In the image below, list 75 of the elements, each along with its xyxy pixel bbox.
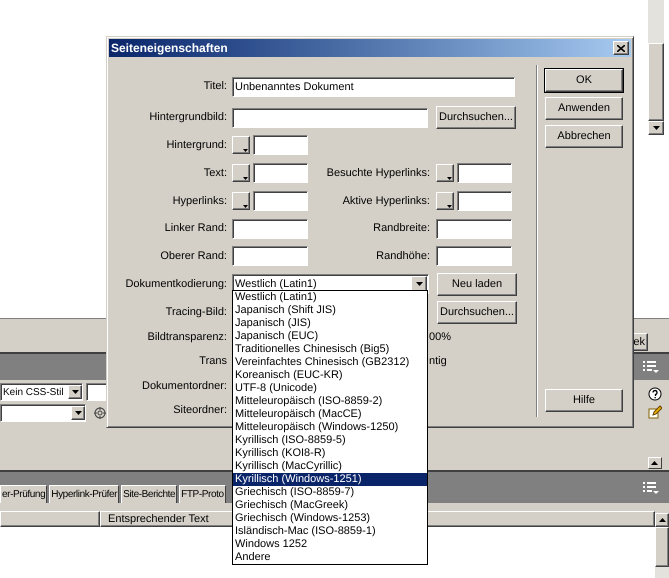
target-icon[interactable]	[94, 407, 106, 419]
dropdown-option[interactable]: Kyrillisch (Windows-1251)	[233, 473, 427, 486]
help-button[interactable]: Hilfe	[545, 389, 623, 412]
caret-icon	[447, 205, 452, 208]
input-field[interactable]	[436, 218, 512, 238]
scroll-up-button[interactable]	[655, 513, 669, 527]
input-field[interactable]	[436, 246, 512, 266]
tab[interactable]: er-Prüfung	[0, 485, 48, 503]
browse-button[interactable]: Durchsuchen...	[437, 300, 517, 324]
field-label: Hyperlinks:	[172, 194, 227, 209]
title-field[interactable]: Unbenanntes Dokument	[232, 76, 515, 96]
field-label: Hintergrundbild:	[148, 110, 227, 126]
caret-icon	[243, 205, 248, 208]
field-label: Tracing-Bild:	[164, 304, 227, 320]
scrollbar-thumb[interactable]	[655, 527, 669, 567]
caret-icon	[243, 177, 248, 180]
input-field[interactable]	[253, 163, 308, 183]
caret-icon	[658, 518, 666, 522]
color-picker-button[interactable]	[436, 192, 454, 210]
color-picker-button[interactable]	[232, 164, 250, 182]
field-label: Text:	[202, 166, 227, 181]
field-text: ntig	[429, 354, 447, 369]
close-button[interactable]	[613, 41, 629, 55]
caret-icon	[651, 461, 658, 465]
field-label: Titel:	[202, 79, 227, 94]
dialog-button[interactable]: Anwenden	[545, 97, 623, 120]
caret-icon	[447, 177, 452, 180]
scrollbar[interactable]	[655, 527, 669, 578]
field-label: Dokumentordner:	[141, 378, 227, 394]
field-label: Siteordner:	[172, 402, 227, 418]
field-label: Aktive Hyperlinks:	[342, 194, 430, 209]
field-label: Linker Rand:	[164, 221, 227, 236]
caret-icon	[74, 411, 82, 415]
input-field[interactable]	[253, 191, 308, 211]
tab[interactable]: FTP-Proto	[179, 485, 226, 503]
scrollbar-thumb[interactable]	[648, 43, 664, 121]
input-field[interactable]	[232, 108, 428, 128]
caret-icon	[416, 282, 422, 286]
input-field[interactable]	[232, 246, 308, 266]
style-select[interactable]: Kein CSS-Stil	[0, 383, 83, 401]
tab[interactable]: Hyperlink-Prüfer	[49, 485, 120, 503]
field-label: Randhöhe:	[375, 248, 430, 264]
caret-icon	[243, 149, 248, 152]
field-text: 00%	[429, 330, 452, 345]
list-menu-icon[interactable]	[643, 482, 659, 494]
field-label: Dokumentkodierung:	[124, 276, 227, 292]
scrollbar[interactable]	[648, 0, 664, 135]
select-field[interactable]	[0, 404, 86, 422]
close-icon	[617, 44, 625, 52]
field-label: Hintergrund:	[165, 138, 227, 153]
input-field[interactable]	[232, 218, 308, 238]
field-label: Oberer Rand:	[159, 248, 227, 264]
input-field[interactable]	[457, 163, 512, 183]
collapse-button[interactable]	[648, 457, 662, 469]
window-title: Seiteneigenschaften	[111, 40, 228, 57]
field-label: Besuchte Hyperlinks:	[326, 166, 430, 181]
browse-button[interactable]: Neu laden	[437, 272, 517, 296]
help-icon[interactable]	[648, 387, 662, 401]
caret-icon	[72, 390, 78, 394]
pencil-icon[interactable]	[648, 405, 662, 419]
input-field[interactable]	[457, 191, 512, 211]
color-picker-button[interactable]	[436, 164, 454, 182]
input-field[interactable]	[253, 135, 308, 155]
field-label: Bildtransparenz:	[146, 330, 227, 345]
color-picker-button[interactable]	[232, 136, 250, 154]
list-menu-icon[interactable]	[643, 361, 659, 373]
browse-button[interactable]: Durchsuchen...	[436, 106, 516, 129]
field-label: Randbreite:	[372, 221, 430, 236]
column-header[interactable]	[0, 511, 100, 527]
dialog-button[interactable]: OK	[545, 69, 623, 92]
field-label: Trans	[198, 354, 227, 369]
dialog-button[interactable]: Abbrechen	[545, 125, 623, 148]
color-picker-button[interactable]	[232, 192, 250, 210]
tab[interactable]: Site-Berichte	[121, 485, 178, 503]
caret-icon	[652, 126, 660, 130]
